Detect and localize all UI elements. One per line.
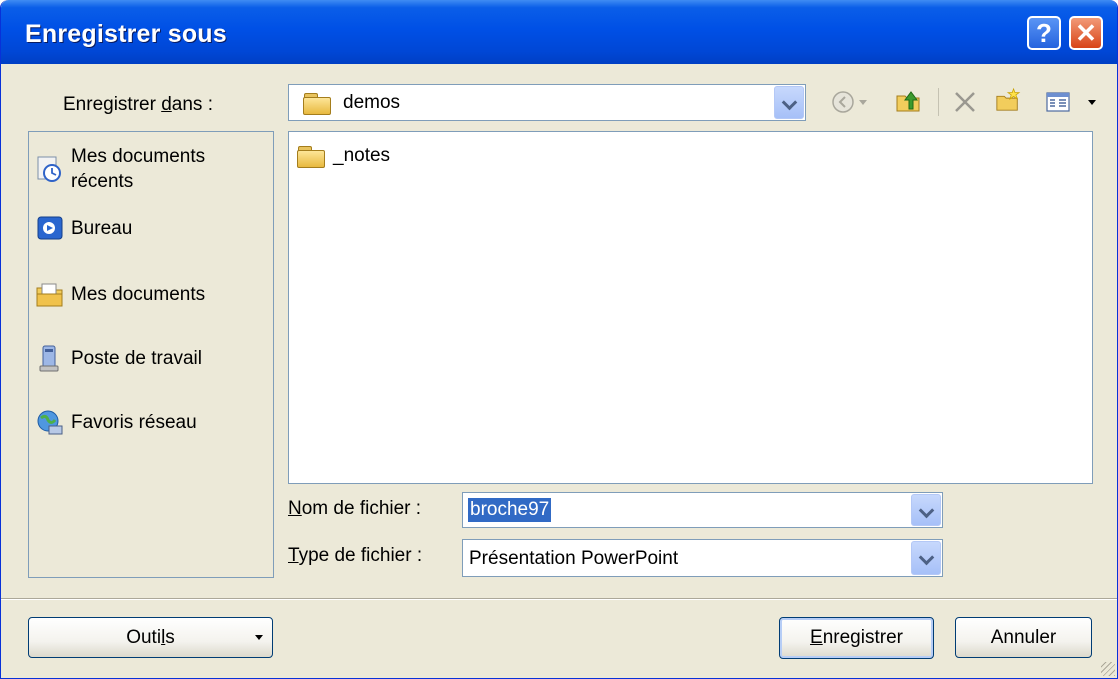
place-recent-documents[interactable]: Mes documents récents: [33, 144, 269, 200]
views-dropdown-icon[interactable]: [1088, 100, 1096, 106]
title-bar[interactable]: Enregistrer sous ? ✕: [1, 0, 1117, 64]
place-desktop[interactable]: Bureau: [33, 214, 269, 270]
recent-documents-icon: [37, 156, 61, 182]
save-button[interactable]: Enregistrer: [779, 617, 934, 659]
chevron-down-icon[interactable]: [774, 86, 804, 119]
place-label: Bureau: [71, 218, 133, 239]
place-network-places[interactable]: Favoris réseau: [33, 408, 269, 464]
cancel-button[interactable]: Annuler: [955, 617, 1092, 658]
new-folder-icon[interactable]: [995, 87, 1021, 113]
filetype-label: Type de fichier :: [288, 545, 423, 566]
chevron-down-icon[interactable]: [911, 541, 941, 575]
my-computer-icon: [39, 345, 59, 372]
chevron-down-icon: [255, 635, 263, 640]
help-button[interactable]: ?: [1027, 16, 1061, 50]
desktop-icon: [37, 216, 63, 240]
chevron-down-icon[interactable]: [911, 494, 941, 526]
close-button[interactable]: ✕: [1069, 16, 1103, 50]
places-bar: Mes documents récents Bureau Mes documen…: [28, 131, 274, 578]
toolbar-separator: [938, 88, 939, 116]
back-dropdown-icon[interactable]: [859, 100, 867, 106]
place-label: Mes documents: [71, 284, 206, 305]
folder-icon: [297, 146, 325, 168]
save-in-label: Enregistrer dans :: [63, 94, 213, 115]
filetype-dropdown[interactable]: Présentation PowerPoint: [462, 539, 943, 577]
save-in-dropdown[interactable]: demos: [288, 84, 806, 121]
filetype-value: Présentation PowerPoint: [469, 548, 679, 569]
dialog-title: Enregistrer sous: [25, 20, 227, 48]
filename-input[interactable]: broche97: [462, 492, 943, 528]
tools-button[interactable]: Outils: [28, 617, 273, 658]
place-label: Mes documents récents: [71, 146, 206, 192]
network-places-icon: [37, 410, 63, 435]
folder-icon: [303, 93, 331, 115]
place-label: Poste de travail: [71, 348, 202, 369]
delete-icon[interactable]: [952, 89, 978, 115]
place-my-documents[interactable]: Mes documents: [33, 280, 269, 336]
my-documents-icon: [36, 283, 63, 307]
file-name: _notes: [333, 145, 391, 166]
file-list[interactable]: _notes: [288, 131, 1093, 484]
back-icon[interactable]: [830, 89, 856, 115]
up-folder-icon[interactable]: [895, 88, 921, 114]
filename-label: Nom de fichier :: [288, 498, 422, 519]
save-in-value: demos: [343, 92, 401, 113]
footer-separator: [1, 598, 1117, 600]
place-my-computer[interactable]: Poste de travail: [33, 344, 269, 400]
filename-value[interactable]: broche97: [468, 498, 552, 522]
views-icon[interactable]: [1045, 89, 1071, 115]
save-as-dialog: Enregistrer sous ? ✕ Enregistrer dans : …: [0, 0, 1118, 679]
resize-grip[interactable]: [1101, 662, 1115, 676]
place-label: Favoris réseau: [71, 412, 197, 433]
